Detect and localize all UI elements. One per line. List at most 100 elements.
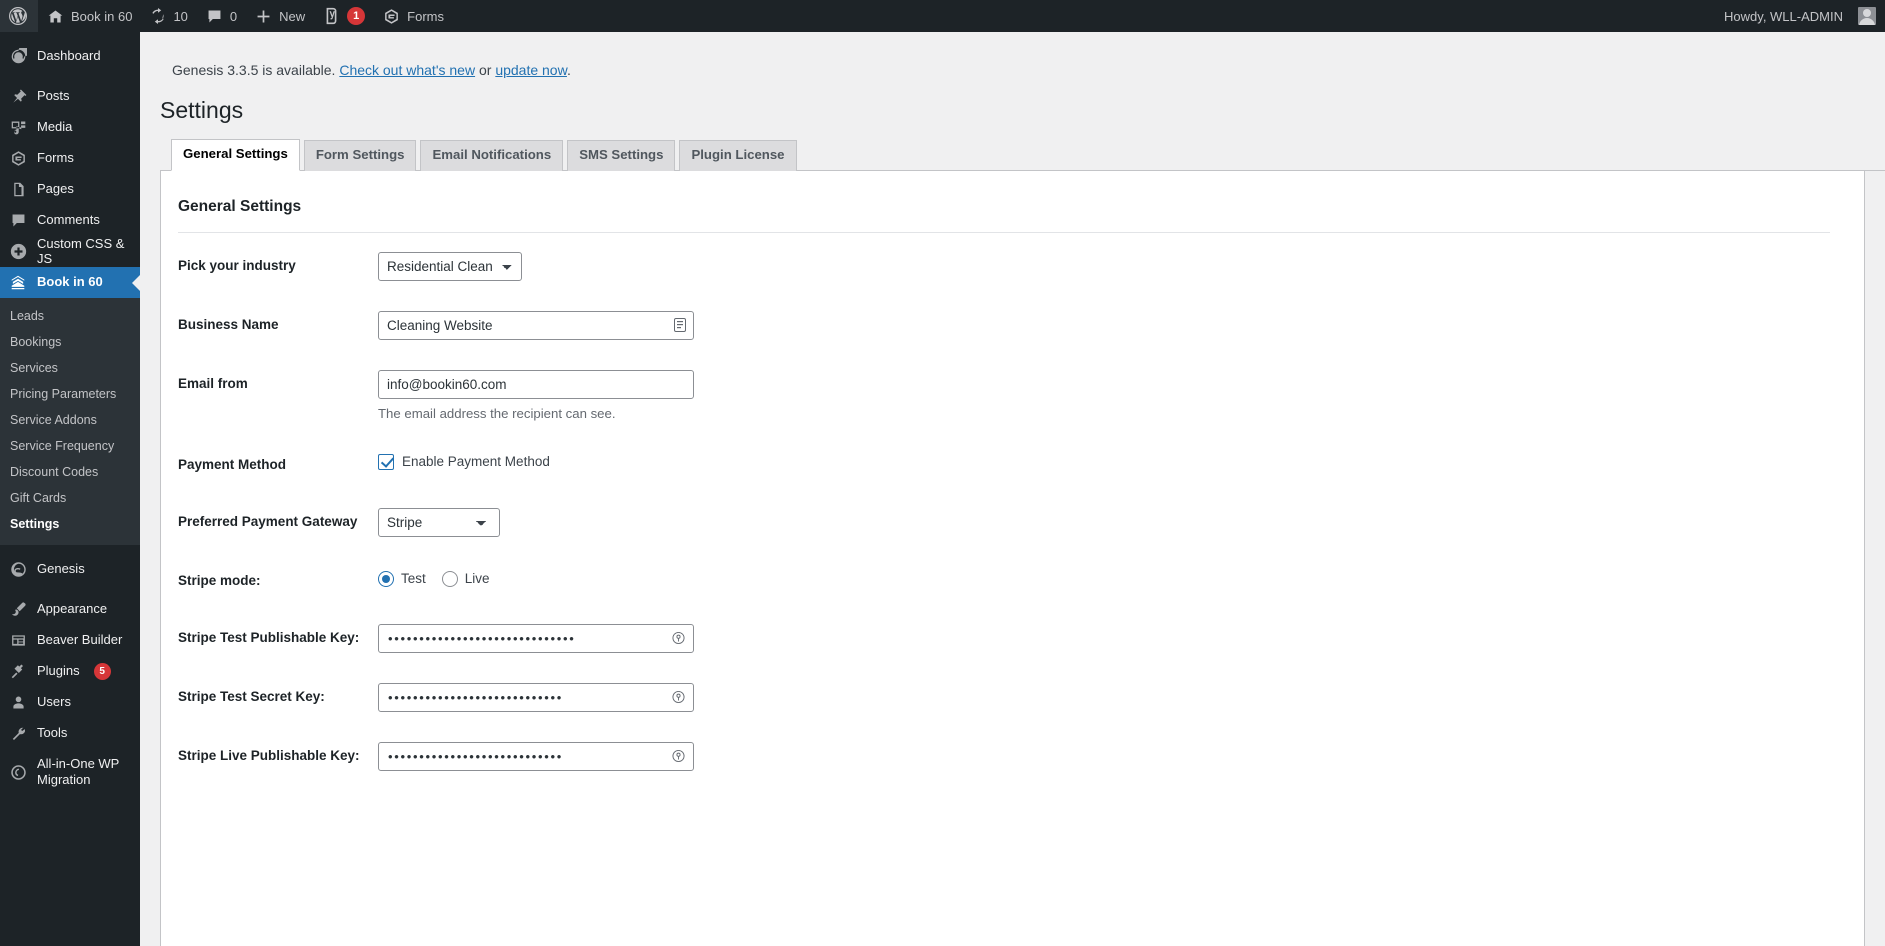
wordpress-logo-button[interactable] bbox=[0, 0, 38, 32]
sidebar-item-leads[interactable]: Leads bbox=[0, 303, 140, 329]
reveal-key-icon[interactable] bbox=[672, 632, 685, 645]
sidebar-item-beaver-builder[interactable]: Beaver Builder bbox=[0, 625, 140, 656]
settings-tab-bar: General Settings Form Settings Email Not… bbox=[160, 139, 1885, 171]
sidebar-item-custom-css-js[interactable]: Custom CSS & JS bbox=[0, 236, 140, 267]
section-divider bbox=[178, 231, 1830, 233]
email-from-input[interactable] bbox=[378, 369, 694, 399]
sidebar-item-service-addons[interactable]: Service Addons bbox=[0, 407, 140, 433]
adminbar-howdy[interactable]: Howdy, WLL-ADMIN bbox=[1715, 0, 1885, 32]
beaver-builder-icon bbox=[8, 632, 28, 649]
row-business-name: Business Name bbox=[178, 296, 1830, 355]
row-stripe-live-publishable-key: Stripe Live Publishable Key: •••••••••••… bbox=[178, 727, 1830, 786]
business-name-input[interactable] bbox=[378, 310, 694, 340]
stripe-test-secret-key-value: •••••••••••••••••••••••••••• bbox=[388, 689, 564, 705]
sidebar-item-book-in-60[interactable]: Book in 60 bbox=[0, 267, 140, 298]
check-whats-new-link[interactable]: Check out what's new bbox=[339, 62, 475, 78]
tab-sms-settings[interactable]: SMS Settings bbox=[567, 140, 676, 171]
adminbar-comments[interactable]: 0 bbox=[197, 0, 246, 32]
email-from-description: The email address the recipient can see. bbox=[378, 405, 616, 421]
sidebar-item-posts[interactable]: Posts bbox=[0, 81, 140, 112]
tab-plugin-license[interactable]: Plugin License bbox=[679, 140, 797, 171]
adminbar-forms[interactable]: Forms bbox=[374, 0, 453, 32]
sidebar-item-settings[interactable]: Settings bbox=[0, 511, 140, 537]
enable-payment-method-checkbox[interactable] bbox=[378, 453, 394, 470]
sidebar-item-service-frequency[interactable]: Service Frequency bbox=[0, 433, 140, 459]
sidebar-item-discount-codes[interactable]: Discount Codes bbox=[0, 459, 140, 485]
updates-count: 10 bbox=[173, 8, 188, 24]
sidebar-item-genesis[interactable]: Genesis bbox=[0, 554, 140, 585]
menu-spacer-3 bbox=[0, 585, 140, 594]
stripe-mode-live-label[interactable]: Live bbox=[465, 571, 490, 586]
sidebar-item-dashboard[interactable]: Dashboard bbox=[0, 41, 140, 72]
stripe-mode-test-radio[interactable] bbox=[378, 570, 394, 587]
tab-email-notifications[interactable]: Email Notifications bbox=[420, 140, 564, 171]
sidebar-item-users[interactable]: Users bbox=[0, 687, 140, 718]
notice-text-before: Genesis 3.3.5 is available. bbox=[172, 62, 340, 78]
tab-general-settings[interactable]: General Settings bbox=[171, 139, 300, 171]
industry-select[interactable]: Residential Cleaning bbox=[378, 251, 522, 281]
paintbrush-icon bbox=[8, 601, 28, 618]
payment-gateway-select[interactable]: Stripe bbox=[378, 507, 500, 537]
genesis-icon bbox=[8, 561, 28, 578]
page-title: Settings bbox=[160, 97, 244, 123]
label-stripe-live-publishable-key: Stripe Live Publishable Key: bbox=[178, 747, 360, 763]
sidebar-item-bookings[interactable]: Bookings bbox=[0, 329, 140, 355]
sidebar-submenu-book-in-60: Leads Bookings Services Pricing Paramete… bbox=[0, 298, 140, 545]
pin-icon bbox=[8, 88, 28, 105]
row-stripe-test-secret-key: Stripe Test Secret Key: ••••••••••••••••… bbox=[178, 668, 1830, 727]
stripe-mode-radio-group: Test Live bbox=[378, 567, 1820, 587]
business-name-wrap bbox=[378, 310, 694, 340]
label-stripe-test-publishable-key: Stripe Test Publishable Key: bbox=[178, 629, 360, 645]
enable-payment-method-group[interactable]: Enable Payment Method bbox=[378, 451, 1820, 470]
sidebar-item-all-in-one-wp-migration[interactable]: All-in-One WP Migration bbox=[0, 749, 140, 795]
sidebar-item-gift-cards[interactable]: Gift Cards bbox=[0, 485, 140, 511]
sidebar-item-pages[interactable]: Pages bbox=[0, 174, 140, 205]
plus-circle-icon bbox=[8, 243, 28, 260]
row-gateway: Preferred Payment Gateway Stripe bbox=[178, 493, 1830, 552]
copy-icon[interactable] bbox=[674, 318, 686, 333]
sidebar-item-media[interactable]: Media bbox=[0, 112, 140, 143]
update-now-link[interactable]: update now bbox=[495, 62, 567, 78]
stripe-test-secret-key-input[interactable]: •••••••••••••••••••••••••••• bbox=[378, 682, 694, 712]
enable-payment-method-label[interactable]: Enable Payment Method bbox=[402, 454, 550, 469]
sidebar-label: Book in 60 bbox=[37, 274, 103, 290]
stripe-live-publishable-key-input[interactable]: •••••••••••••••••••••••••••• bbox=[378, 741, 694, 771]
tab-form-settings[interactable]: Form Settings bbox=[303, 140, 417, 171]
sidebar-item-plugins[interactable]: Plugins 5 bbox=[0, 656, 140, 687]
sidebar-item-forms[interactable]: Forms bbox=[0, 143, 140, 174]
adminbar-forms-label: Forms bbox=[407, 8, 444, 24]
reveal-key-icon[interactable] bbox=[672, 750, 685, 763]
user-icon bbox=[8, 694, 28, 711]
section-title: General Settings bbox=[178, 197, 302, 215]
yoast-seo-icon bbox=[323, 7, 340, 25]
stripe-mode-live-radio[interactable] bbox=[441, 570, 458, 587]
label-business-name: Business Name bbox=[178, 316, 279, 332]
sidebar-item-tools[interactable]: Tools bbox=[0, 718, 140, 749]
menu-spacer-1 bbox=[0, 72, 140, 81]
sidebar-item-appearance[interactable]: Appearance bbox=[0, 594, 140, 625]
stripe-live-publishable-key-value: •••••••••••••••••••••••••••• bbox=[388, 748, 564, 764]
adminbar-account-area[interactable]: Howdy, WLL-ADMIN bbox=[1715, 0, 1885, 32]
adminbar-new-content[interactable]: New bbox=[246, 0, 314, 32]
adminbar-updates[interactable]: 10 bbox=[141, 0, 196, 32]
stripe-mode-test-label[interactable]: Test bbox=[401, 571, 426, 586]
label-payment-method: Payment Method bbox=[178, 456, 287, 472]
sidebar-label: Comments bbox=[37, 212, 100, 228]
sidebar-item-services[interactable]: Services bbox=[0, 355, 140, 381]
admin-sidebar-menu: Dashboard Posts Media Forms Pages Commen… bbox=[0, 32, 140, 946]
sidebar-label: Dashboard bbox=[37, 48, 101, 64]
notice-text-mid: or bbox=[475, 62, 496, 78]
sidebar-label: Users bbox=[37, 694, 71, 710]
sidebar-label: Media bbox=[37, 119, 73, 135]
avatar bbox=[1858, 7, 1876, 25]
adminbar-site-name[interactable]: Book in 60 bbox=[38, 0, 141, 32]
genesis-update-notice: Genesis 3.3.5 is available. Check out wh… bbox=[140, 32, 1885, 78]
pages-icon bbox=[8, 181, 28, 198]
sidebar-item-pricing-parameters[interactable]: Pricing Parameters bbox=[0, 381, 140, 407]
reveal-key-icon[interactable] bbox=[672, 691, 685, 704]
adminbar-yoast-seo[interactable]: 1 bbox=[314, 0, 374, 32]
stripe-test-publishable-key-input[interactable]: •••••••••••••••••••••••••••••• bbox=[378, 623, 694, 653]
wrench-icon bbox=[8, 725, 28, 742]
menu-spacer-top bbox=[0, 32, 140, 41]
sidebar-item-comments[interactable]: Comments bbox=[0, 205, 140, 236]
